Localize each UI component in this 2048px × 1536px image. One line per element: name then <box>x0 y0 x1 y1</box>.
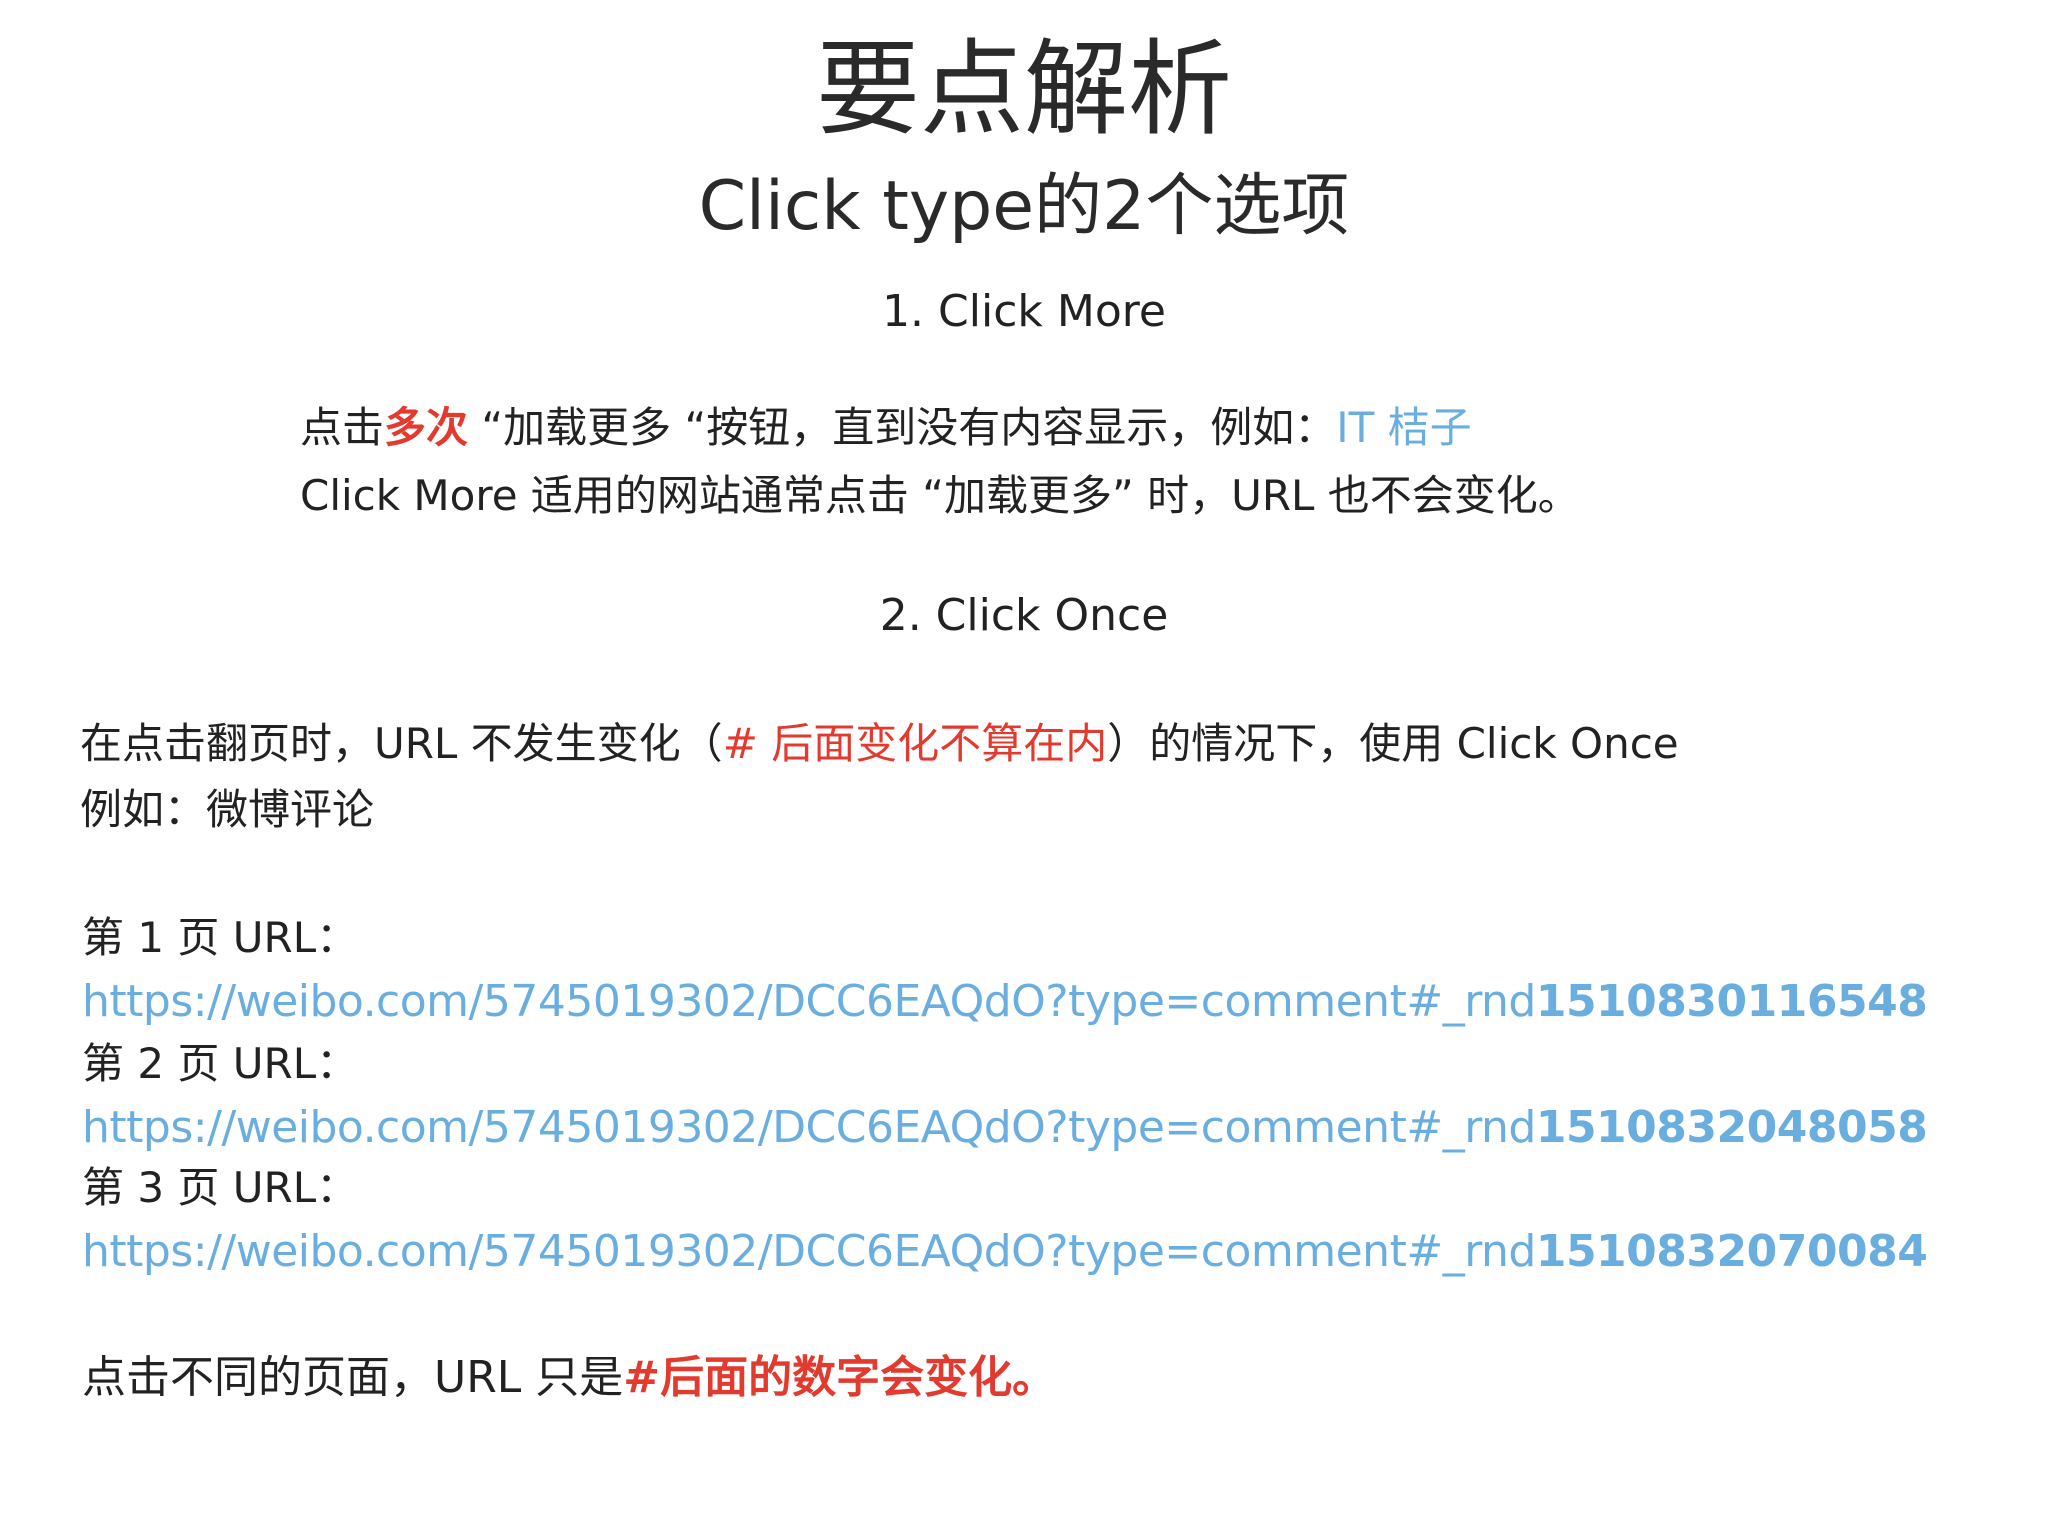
page-3-url-number: 1510832070084 <box>1535 1226 1928 1277</box>
click-more-note: Click More 适用的网站通常点击 “加载更多” 时，URL 也不会变化。 <box>300 471 1580 520</box>
page-1-url-base: https://weibo.com/5745019302/DCC6EAQdO?t… <box>82 976 1536 1027</box>
itjuzi-link[interactable]: IT 桔子 <box>1336 403 1471 452</box>
click-once-text-suffix: ）的情况下，使用 Click Once <box>1107 719 1679 768</box>
page-1-url-link[interactable]: https://weibo.com/5745019302/DCC6EAQdO?t… <box>82 972 1928 1031</box>
click-once-example: 例如：微博评论 <box>80 785 375 834</box>
page-1-url-number: 1510830116548 <box>1535 976 1928 1027</box>
click-more-text-mid: “加载更多 “按钮，直到没有内容显示，例如： <box>468 403 1337 452</box>
page-subtitle: Click type的2个选项 <box>698 167 1350 246</box>
page-2-url-number: 1510832048058 <box>1535 1102 1928 1153</box>
click-once-description: 在点击翻页时，URL 不发生变化（# 后面变化不算在内）的情况下，使用 Clic… <box>80 716 1679 773</box>
click-more-text-prefix: 点击 <box>300 403 385 452</box>
section-heading-click-once: 2. Click Once <box>879 590 1169 641</box>
section-heading-click-more: 1. Click More <box>882 286 1166 337</box>
conclusion-prefix: 点击不同的页面，URL 只是 <box>82 1352 624 1403</box>
page-title: 要点解析 <box>815 28 1232 150</box>
page-3-url-base: https://weibo.com/5745019302/DCC6EAQdO?t… <box>82 1226 1536 1277</box>
page-2-url-link[interactable]: https://weibo.com/5745019302/DCC6EAQdO?t… <box>82 1098 1928 1157</box>
conclusion-text: 点击不同的页面，URL 只是#后面的数字会变化。 <box>82 1348 1056 1407</box>
page-3-url-link[interactable]: https://weibo.com/5745019302/DCC6EAQdO?t… <box>82 1222 1928 1281</box>
click-once-emphasis: # 后面变化不算在内 <box>722 719 1108 768</box>
click-more-emphasis: 多次 <box>384 403 469 452</box>
page-2-url-base: https://weibo.com/5745019302/DCC6EAQdO?t… <box>82 1102 1536 1153</box>
click-more-description: 点击多次 “加载更多 “按钮，直到没有内容显示，例如：IT 桔子 <box>300 400 1472 457</box>
click-once-text-prefix: 在点击翻页时，URL 不发生变化（ <box>80 719 723 768</box>
conclusion-emphasis: #后面的数字会变化。 <box>623 1352 1057 1403</box>
page-3-url-label: 第 3 页 URL： <box>82 1163 359 1212</box>
page-2-url-label: 第 2 页 URL： <box>82 1039 359 1088</box>
page-1-url-label: 第 1 页 URL： <box>82 913 359 962</box>
